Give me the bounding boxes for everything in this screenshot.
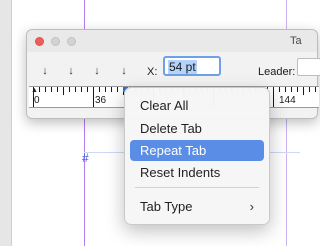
center-justified-tab-icon[interactable]: ↓	[66, 65, 76, 77]
menu-item-repeat-tab[interactable]: Repeat Tab	[130, 140, 264, 161]
chevron-right-icon: ›	[249, 199, 254, 214]
menu-item-label: Repeat Tab	[140, 143, 207, 158]
left-justified-tab-icon[interactable]: ↓	[40, 65, 50, 77]
menu-item-label: Clear All	[140, 98, 189, 113]
x-position-label: X:	[147, 66, 158, 78]
menu-item-reset-indents[interactable]: Reset Indents	[130, 162, 264, 183]
pasteboard-strip	[0, 0, 12, 246]
panel-titlebar[interactable]: Ta	[27, 30, 317, 52]
minimize-button[interactable]	[51, 37, 60, 46]
menu-item-delete-tab[interactable]: Delete Tab	[130, 118, 264, 139]
ruler-label-144: 144	[279, 95, 296, 106]
ruler-label-0: 0	[34, 95, 40, 106]
leader-label: Leader:	[258, 66, 296, 78]
right-justified-tab-icon[interactable]: ↓	[92, 65, 102, 77]
ruler-label-36: 36	[95, 95, 107, 106]
indent-marker-icon[interactable]: ▲	[31, 87, 38, 94]
menu-item-label: Reset Indents	[140, 165, 221, 180]
menu-item-label: Delete Tab	[140, 121, 202, 136]
menu-item-label: Tab Type	[140, 199, 193, 214]
close-button[interactable]	[35, 37, 44, 46]
x-position-input[interactable]: 54 pt	[163, 56, 221, 76]
leader-input[interactable]	[297, 58, 320, 76]
menu-item-tab-type[interactable]: Tab Type ›	[130, 196, 264, 217]
panel-title: Ta	[290, 35, 302, 47]
x-position-value: 54 pt	[168, 60, 197, 74]
tab-context-menu: Clear All Delete Tab Repeat Tab Reset In…	[124, 87, 270, 225]
menu-item-clear-all[interactable]: Clear All	[130, 95, 264, 116]
menu-separator	[135, 187, 259, 188]
hidden-character-mark: #	[82, 151, 89, 165]
zoom-button[interactable]	[67, 37, 76, 46]
align-on-decimal-tab-icon[interactable]: ↓	[119, 65, 129, 77]
